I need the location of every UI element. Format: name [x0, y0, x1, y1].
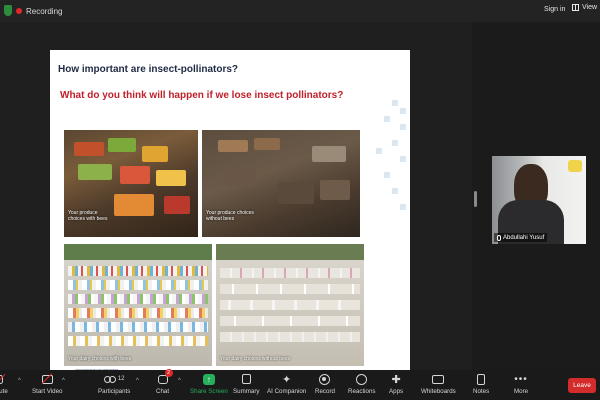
notes-button[interactable]: Notes — [473, 372, 489, 395]
more-dots-icon: ••• — [514, 373, 528, 385]
chat-badge: 2 — [164, 369, 173, 377]
photo-caption: Your produce choices without bees — [206, 210, 254, 222]
record-button[interactable]: Record — [315, 372, 335, 395]
shared-screen-area: How important are insect-pollinators? Wh… — [0, 22, 472, 380]
participant-video-tile[interactable]: Abdullahi Yusuf — [492, 156, 586, 244]
slide-title: How important are insect-pollinators? — [58, 64, 239, 75]
slide-subtitle: What do you think will happen if we lose… — [60, 90, 344, 101]
record-icon — [319, 372, 331, 386]
participants-button[interactable]: 12 Participants — [98, 372, 130, 395]
more-button[interactable]: ••• More — [514, 372, 528, 396]
meeting-toolbar: mute ^ Start Video ^ 12 Participants ^ 2 — [0, 369, 600, 400]
mute-button[interactable]: mute — [0, 372, 8, 395]
produce-with-bees-photo: Your produce choices with bees — [64, 130, 198, 237]
top-bar: Recording Sign in View — [0, 0, 600, 22]
sign-in-button[interactable]: Sign in — [544, 6, 565, 13]
photo-caption: Your dairy choices without bees — [220, 356, 291, 362]
apps-icon: ✚ — [391, 373, 401, 386]
participant-name: Abdullahi Yusuf — [503, 234, 545, 241]
share-screen-icon: ↑ — [202, 372, 215, 386]
recording-indicator[interactable]: Recording — [16, 4, 62, 18]
ai-companion-button[interactable]: ✦ AI Companion — [267, 372, 306, 396]
summary-icon — [241, 372, 251, 386]
grid-view-icon — [572, 4, 579, 11]
dairy-without-bees-photo: Your dairy choices without bees — [216, 244, 364, 366]
audio-options-caret-icon[interactable]: ^ — [18, 378, 21, 384]
video-options-caret-icon[interactable]: ^ — [62, 378, 65, 384]
photo-caption: Your produce choices with bees — [68, 210, 108, 222]
decorative-pattern — [372, 100, 410, 230]
zoom-meeting-window: Recording Sign in View How important are… — [0, 0, 600, 400]
reactions-button[interactable]: Reactions — [348, 372, 376, 395]
security-shield-icon[interactable] — [4, 5, 12, 16]
view-button[interactable]: View — [572, 4, 597, 11]
video-camera-off-icon — [41, 372, 53, 386]
apps-button[interactable]: ✚ Apps — [389, 372, 403, 396]
summary-button[interactable]: Summary — [233, 372, 259, 395]
presentation-slide: How important are insect-pollinators? Wh… — [50, 50, 410, 380]
smiley-icon — [356, 372, 368, 386]
start-video-button[interactable]: Start Video — [32, 372, 63, 395]
share-screen-button[interactable]: ↑ Share Screen — [190, 372, 228, 395]
resize-handle[interactable] — [474, 191, 477, 207]
chat-bubble-icon: 2 — [157, 369, 173, 386]
participant-nameplate: Abdullahi Yusuf — [494, 233, 548, 242]
recording-dot-icon — [16, 8, 22, 14]
participants-count: 12 — [117, 376, 125, 382]
leave-button[interactable]: Leave — [568, 378, 596, 393]
room-logo-icon — [568, 160, 582, 172]
notes-icon — [477, 372, 486, 386]
recording-label: Recording — [26, 6, 63, 16]
chat-button[interactable]: 2 Chat — [156, 369, 173, 395]
produce-without-bees-photo: Your produce choices without bees — [202, 130, 360, 237]
participants-icon: 12 — [103, 372, 125, 386]
mic-muted-icon — [497, 234, 501, 241]
dairy-with-bees-photo: Your dairy choices with bees — [64, 244, 212, 366]
sparkle-icon: ✦ — [282, 373, 292, 386]
whiteboards-button[interactable]: Whiteboards — [421, 372, 456, 395]
participants-options-caret-icon[interactable]: ^ — [136, 378, 139, 384]
view-label: View — [582, 4, 598, 11]
chat-options-caret-icon[interactable]: ^ — [178, 378, 181, 384]
photo-caption: Your dairy choices with bees — [68, 356, 132, 362]
microphone-icon — [0, 372, 6, 386]
whiteboard-icon — [432, 372, 445, 386]
